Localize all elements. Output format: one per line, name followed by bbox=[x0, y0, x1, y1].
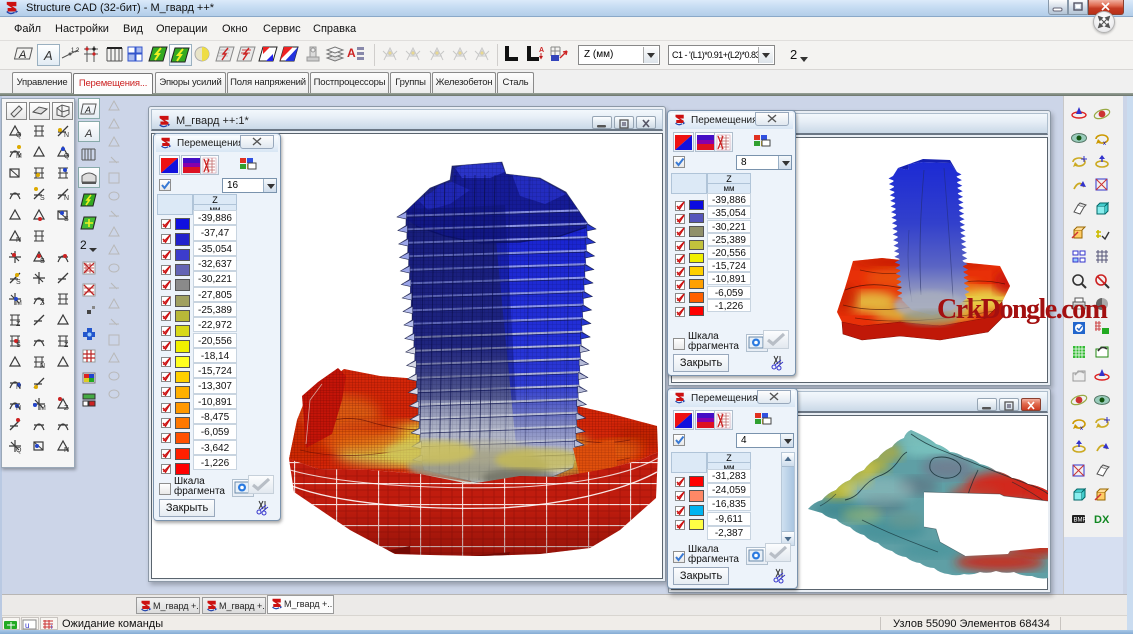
svg-text:S: S bbox=[40, 195, 45, 202]
svg-text:1,2: 1,2 bbox=[71, 48, 80, 54]
svg-text:DX: DX bbox=[1094, 514, 1110, 526]
svg-text:S: S bbox=[40, 258, 45, 265]
svg-text:Z: Z bbox=[40, 300, 45, 307]
svg-text:M: M bbox=[16, 153, 22, 160]
svg-text:A: A bbox=[84, 105, 91, 115]
svg-text:S: S bbox=[16, 279, 21, 286]
svg-text:BMP: BMP bbox=[1074, 518, 1087, 524]
svg-text:M: M bbox=[16, 300, 22, 307]
svg-text:N: N bbox=[40, 363, 45, 370]
svg-text:Z: Z bbox=[16, 321, 21, 328]
svg-text:А: А bbox=[539, 47, 544, 54]
svg-text:Q: Q bbox=[64, 153, 70, 160]
svg-text:A: A bbox=[84, 128, 92, 140]
svg-text:Q: Q bbox=[16, 132, 22, 139]
svg-text:N: N bbox=[64, 195, 69, 202]
svg-text:S: S bbox=[64, 216, 69, 223]
svg-text:N: N bbox=[16, 405, 21, 412]
svg-text:N: N bbox=[16, 237, 21, 244]
svg-text:A: A bbox=[18, 49, 26, 61]
svg-text:A: A bbox=[43, 48, 53, 63]
svg-text:A: A bbox=[347, 46, 356, 60]
svg-text:N: N bbox=[64, 447, 69, 454]
svg-text:M: M bbox=[40, 405, 46, 412]
svg-text:u: u bbox=[25, 621, 29, 630]
svg-text:Z: Z bbox=[64, 342, 69, 349]
svg-text:S: S bbox=[16, 342, 21, 349]
svg-text:Q: Q bbox=[16, 447, 22, 454]
svg-text:N: N bbox=[16, 384, 21, 391]
svg-text:x: x bbox=[1103, 141, 1106, 147]
svg-text:N: N bbox=[64, 132, 69, 139]
svg-text:Z: Z bbox=[64, 405, 69, 412]
svg-text:x: x bbox=[1080, 426, 1083, 432]
